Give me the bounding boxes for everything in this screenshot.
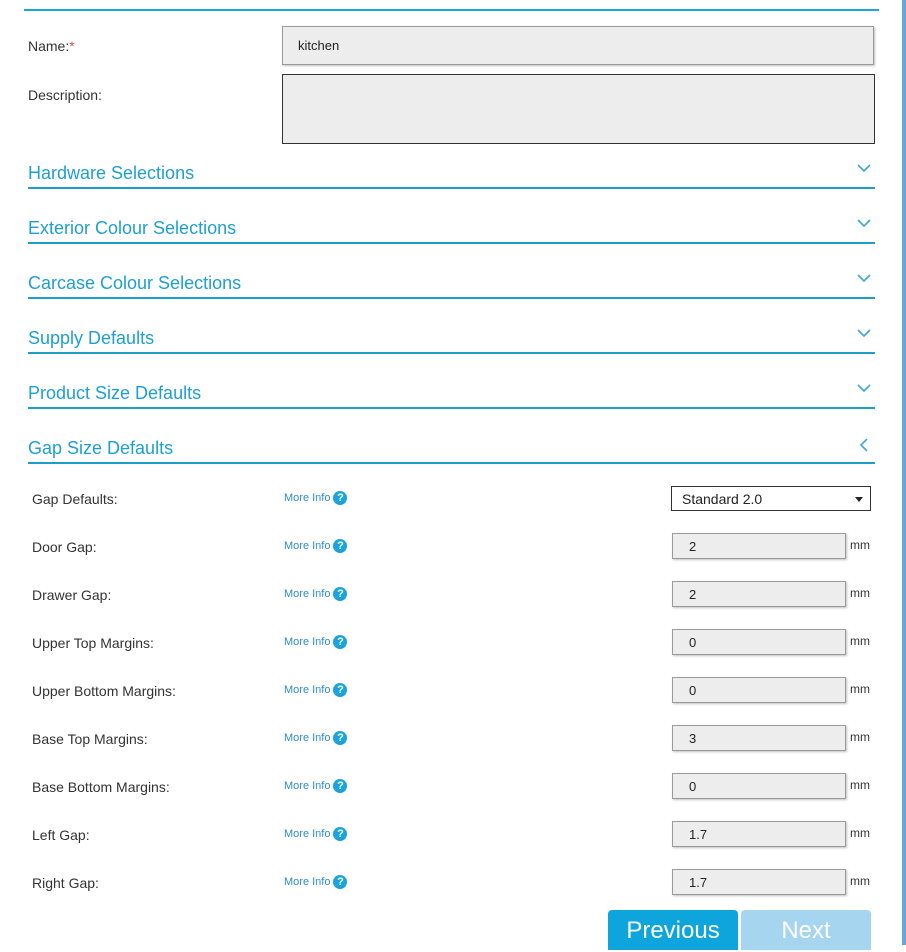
top-divider — [24, 9, 879, 11]
base-bottom-margins-input[interactable] — [672, 773, 846, 799]
base-top-margins-label: Base Top Margins: — [32, 731, 148, 747]
more-info-link[interactable]: More Info ? — [284, 731, 348, 745]
section-gap-size-defaults[interactable]: Gap Size Defaults — [28, 434, 875, 464]
help-icon: ? — [333, 635, 348, 649]
more-info-text: More Info — [284, 492, 331, 504]
more-info-text: More Info — [284, 684, 331, 696]
caret-down-icon — [855, 497, 863, 502]
right-gap-input[interactable] — [672, 869, 846, 895]
section-title: Carcase Colour Selections — [28, 273, 242, 293]
more-info-text: More Info — [284, 540, 331, 552]
chevron-down-icon[interactable] — [857, 161, 871, 175]
section-divider — [28, 407, 875, 409]
section-divider — [28, 242, 875, 244]
unit-label: mm — [850, 682, 870, 696]
chevron-down-icon[interactable] — [857, 381, 871, 395]
description-input[interactable] — [282, 74, 875, 144]
more-info-text: More Info — [284, 876, 331, 888]
more-info-link[interactable]: More Info ? — [284, 539, 348, 553]
section-title: Supply Defaults — [28, 328, 155, 348]
gap-defaults-selected: Standard 2.0 — [682, 491, 763, 507]
upper-bottom-margins-input[interactable] — [672, 677, 846, 703]
help-icon: ? — [333, 587, 348, 601]
more-info-link[interactable]: More Info ? — [284, 635, 348, 649]
name-input[interactable] — [282, 26, 874, 65]
more-info-text: More Info — [284, 780, 331, 792]
help-icon: ? — [333, 539, 348, 553]
help-icon: ? — [333, 491, 348, 505]
more-info-link[interactable]: More Info ? — [284, 491, 348, 505]
left-gap-input[interactable] — [672, 821, 846, 847]
help-icon: ? — [333, 731, 348, 745]
section-divider — [28, 352, 875, 354]
right-gap-label: Right Gap: — [32, 875, 99, 891]
section-title: Product Size Defaults — [28, 383, 202, 403]
gap-defaults-select[interactable]: Standard 2.0 — [671, 486, 871, 511]
section-hardware-selections[interactable]: Hardware Selections — [28, 159, 875, 189]
drawer-gap-label: Drawer Gap: — [32, 587, 112, 603]
more-info-text: More Info — [284, 732, 331, 744]
more-info-link[interactable]: More Info ? — [284, 587, 348, 601]
next-button[interactable]: Next — [741, 910, 871, 950]
unit-label: mm — [850, 874, 870, 888]
chevron-left-icon[interactable] — [857, 438, 871, 452]
left-gap-label: Left Gap: — [32, 827, 90, 843]
section-title: Exterior Colour Selections — [28, 218, 237, 238]
more-info-link[interactable]: More Info ? — [284, 875, 348, 889]
more-info-link[interactable]: More Info ? — [284, 683, 348, 697]
base-top-margins-input[interactable] — [672, 725, 846, 751]
chevron-down-icon[interactable] — [857, 326, 871, 340]
help-icon: ? — [333, 827, 348, 841]
gap-defaults-label: Gap Defaults: — [32, 491, 118, 507]
previous-button[interactable]: Previous — [608, 910, 738, 950]
more-info-text: More Info — [284, 588, 331, 600]
unit-label: mm — [850, 826, 870, 840]
section-title: Hardware Selections — [28, 163, 195, 183]
name-label: Name:* — [28, 38, 75, 54]
section-exterior-colour-selections[interactable]: Exterior Colour Selections — [28, 214, 875, 244]
section-divider — [28, 297, 875, 299]
chevron-down-icon[interactable] — [857, 216, 871, 230]
help-icon: ? — [333, 683, 348, 697]
upper-top-margins-label: Upper Top Margins: — [32, 635, 154, 651]
door-gap-input[interactable] — [672, 533, 846, 559]
chevron-down-icon[interactable] — [857, 271, 871, 285]
base-bottom-margins-label: Base Bottom Margins: — [32, 779, 170, 795]
section-title: Gap Size Defaults — [28, 438, 174, 458]
more-info-link[interactable]: More Info ? — [284, 779, 348, 793]
name-label-text: Name: — [28, 38, 70, 54]
more-info-text: More Info — [284, 828, 331, 840]
unit-label: mm — [850, 634, 870, 648]
help-icon: ? — [333, 875, 348, 889]
unit-label: mm — [850, 730, 870, 744]
section-product-size-defaults[interactable]: Product Size Defaults — [28, 379, 875, 409]
section-divider — [28, 187, 875, 189]
help-icon: ? — [333, 779, 348, 793]
window-right-border — [902, 0, 906, 945]
unit-label: mm — [850, 778, 870, 792]
unit-label: mm — [850, 538, 870, 552]
section-divider — [28, 462, 875, 464]
upper-top-margins-input[interactable] — [672, 629, 846, 655]
door-gap-label: Door Gap: — [32, 539, 97, 555]
drawer-gap-input[interactable] — [672, 581, 846, 607]
upper-bottom-margins-label: Upper Bottom Margins: — [32, 683, 176, 699]
description-label: Description: — [28, 87, 102, 103]
more-info-text: More Info — [284, 636, 331, 648]
required-marker: * — [69, 38, 75, 54]
unit-label: mm — [850, 586, 870, 600]
section-carcase-colour-selections[interactable]: Carcase Colour Selections — [28, 269, 875, 299]
more-info-link[interactable]: More Info ? — [284, 827, 348, 841]
section-supply-defaults[interactable]: Supply Defaults — [28, 324, 875, 354]
